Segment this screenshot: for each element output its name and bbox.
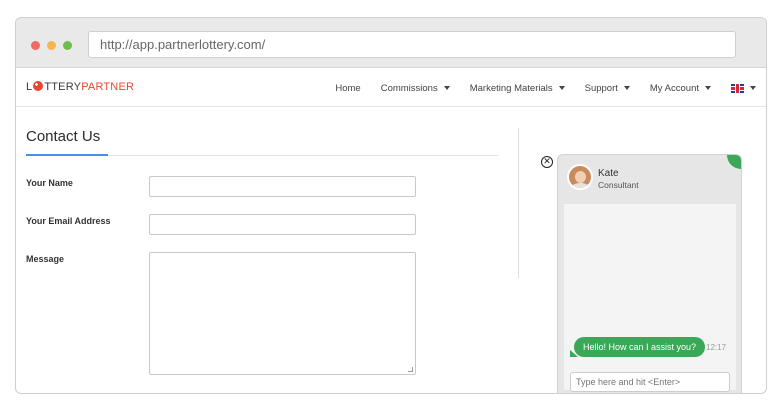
window-maximize-button[interactable]: [63, 41, 72, 50]
main-nav: Home Commissions Marketing Materials Sup…: [315, 69, 756, 107]
nav-item-home[interactable]: Home: [335, 83, 360, 94]
caret-down-icon: [750, 86, 756, 90]
window-minimize-button[interactable]: [47, 41, 56, 50]
lottery-ball-icon: [33, 81, 44, 91]
resize-handle-icon[interactable]: [408, 367, 413, 372]
caret-down-icon: [443, 86, 450, 90]
nav-item-label: Support: [584, 82, 618, 94]
caret-down-icon: [623, 86, 630, 90]
browser-chrome: http://app.partnerlottery.com/: [16, 18, 766, 68]
logo-text-partner: PARTNER: [81, 81, 135, 93]
name-label: Your Name: [26, 178, 73, 188]
email-input[interactable]: [149, 214, 416, 235]
window-close-button[interactable]: [31, 41, 40, 50]
agent-name: Kate: [598, 168, 619, 179]
address-bar[interactable]: http://app.partnerlottery.com/: [88, 31, 736, 58]
logo-text-l: L: [26, 81, 33, 93]
browser-window: http://app.partnerlottery.com/ L TTERYPAR…: [15, 17, 767, 394]
column-divider: [518, 128, 519, 278]
chat-widget: Kate Consultant Hello! How can I assist …: [557, 154, 742, 393]
nav-item-support[interactable]: Support: [585, 83, 630, 94]
chat-message-bubble: Hello! How can I assist you?: [569, 337, 706, 357]
chat-messages: Hello! How can I assist you? 12:17: [564, 204, 736, 392]
agent-role: Consultant: [598, 180, 639, 190]
email-label: Your Email Address: [26, 216, 111, 226]
name-input[interactable]: [149, 176, 416, 197]
caret-down-icon: [705, 86, 711, 90]
nav-item-my-account[interactable]: My Account: [650, 83, 711, 94]
top-navbar: L TTERYPARTNER Home Commissions Marketing…: [16, 69, 766, 107]
title-underline-accent: [26, 154, 108, 156]
caret-down-icon: [558, 86, 565, 90]
site-logo[interactable]: L TTERYPARTNER: [26, 81, 134, 93]
language-selector[interactable]: [731, 83, 756, 93]
logo-text-ttery: TTERY: [44, 81, 82, 93]
nav-item-label: My Account: [649, 82, 699, 94]
main-content: Contact Us Your Name Your Email Address …: [16, 108, 766, 393]
circle-x-icon[interactable]: ✕: [541, 156, 553, 168]
nav-item-commissions[interactable]: Commissions: [381, 83, 450, 94]
nav-item-label: Marketing Materials: [469, 82, 553, 94]
message-textarea[interactable]: [149, 252, 416, 375]
chat-input[interactable]: [570, 372, 730, 392]
nav-item-label: Home: [335, 82, 361, 94]
nav-item-label: Commissions: [380, 82, 438, 94]
uk-flag-icon: [731, 83, 744, 93]
page-title: Contact Us: [26, 128, 101, 145]
agent-avatar: [567, 164, 593, 190]
nav-item-marketing-materials[interactable]: Marketing Materials: [470, 83, 565, 94]
message-label: Message: [26, 254, 65, 264]
chat-status-indicator: [727, 155, 741, 169]
chat-message-time: 12:17: [706, 343, 727, 352]
